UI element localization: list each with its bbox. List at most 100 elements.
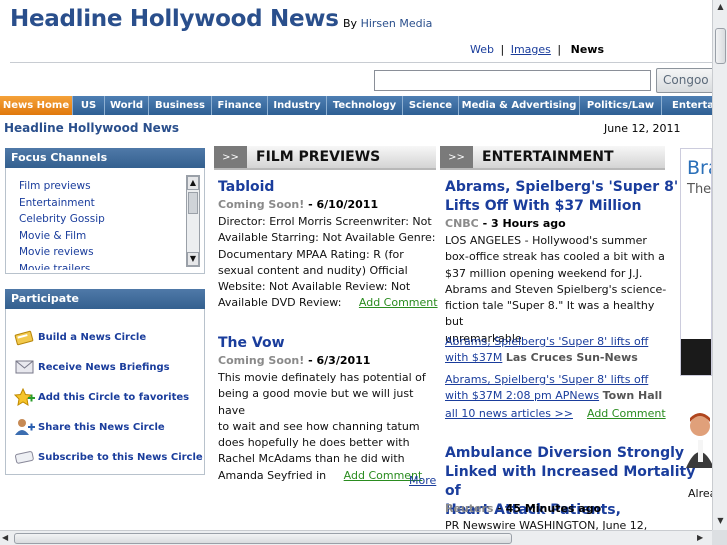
scroll-thumb[interactable] [14, 533, 512, 544]
story-body-line: being a good movie but we will just have [218, 387, 414, 417]
add-comment-link[interactable]: Add Comment [359, 296, 438, 309]
nav-item-news-home[interactable]: News Home [0, 96, 73, 115]
section-arrow-icon[interactable]: >> [214, 146, 247, 168]
focus-channel-film-previews[interactable]: Film previews [13, 178, 183, 195]
story-body-line: Amanda Seyfried in Add Comment [218, 468, 438, 484]
story-body-line: Documentary MPAA Rating: R (for [218, 247, 404, 261]
focus-channels-scrollbar[interactable]: ▲ ▼ [186, 175, 200, 267]
search-tab-web[interactable]: Web [470, 43, 494, 56]
story-time: - 45 Minutes ago [493, 502, 602, 515]
story-body-line: to wait and see how channing tatum [218, 419, 420, 433]
story-date: - 6/3/2011 [304, 354, 371, 367]
story-status: Coming Soon! [218, 354, 305, 367]
participate-header: Participate [5, 289, 205, 309]
story-meta: Coming Soon! - 6/10/2011 [218, 198, 378, 211]
nav-item-science[interactable]: Science [403, 96, 459, 115]
all-articles-link[interactable]: all 10 news articles >> [445, 407, 573, 420]
focus-channel-movie-film[interactable]: Movie & Film [13, 228, 183, 245]
story-body: PR Newswire WASHINGTON, June 12, [445, 518, 670, 530]
participate-item[interactable]: Share this News Circle [14, 417, 165, 437]
nav-item-media-advertising[interactable]: Media & Advertising [459, 96, 580, 115]
related-article-link[interactable]: Abrams, Spielberg's 'Super 8' lifts off [445, 373, 648, 386]
search-input[interactable] [374, 70, 651, 91]
related-article-link[interactable]: with $37M 2:08 pm APNews [445, 389, 599, 402]
search-tab-news[interactable]: News [571, 43, 604, 56]
subscribe-news-circle-link[interactable]: Subscribe to this News Circle [38, 452, 203, 463]
page: Headline Hollywood News By Hirsen Media … [0, 0, 712, 530]
search-tab-images[interactable]: Images [511, 43, 551, 56]
window-vertical-scrollbar[interactable]: ▲ ▼ [712, 0, 727, 530]
story-body: Director: Errol Morris Screenwriter: Not… [218, 214, 438, 312]
scroll-down-icon[interactable]: ▼ [714, 514, 727, 528]
story-body-line: PR Newswire WASHINGTON, June 12, [445, 519, 648, 530]
article-links: all 10 news articles >> Add Comment [445, 406, 670, 422]
nav-item-business[interactable]: Business [149, 96, 212, 115]
story-meta: Coming Soon! - 6/3/2011 [218, 354, 370, 367]
story-date: - 6/10/2011 [304, 198, 379, 211]
story-body-line: Director: Errol Morris Screenwriter: Not [218, 215, 432, 228]
story-body-line: LOS ANGELES - Hollywood's summer [445, 234, 647, 247]
story-title[interactable]: Abrams, Spielberg's 'Super 8' Lifts Off … [445, 178, 678, 216]
story-body-line: box-office streak has cooled a bit with … [445, 250, 665, 264]
related-article-link[interactable]: Abrams, Spielberg's 'Super 8' lifts off [445, 335, 648, 348]
nav-item-technology[interactable]: Technology [327, 96, 403, 115]
story-title-line: Abrams, Spielberg's 'Super 8' [445, 179, 679, 195]
byline: By Hirsen Media [343, 17, 432, 30]
build-news-circle-link[interactable]: Build a News Circle [38, 332, 146, 343]
subscribe-icon [14, 448, 36, 466]
participate-item[interactable]: Receive News Briefings [14, 357, 170, 377]
more-link[interactable]: More [409, 473, 436, 489]
focus-channel-movie-reviews[interactable]: Movie reviews [13, 244, 183, 261]
scroll-up-icon[interactable]: ▲ [187, 176, 199, 190]
related-article: Abrams, Spielberg's 'Super 8' lifts off … [445, 372, 670, 405]
add-comment-link[interactable]: Add Comment [587, 407, 666, 420]
ad-text: Alrea [688, 487, 712, 500]
participate-item[interactable]: Subscribe to this News Circle [14, 447, 203, 467]
page-title: Headline Hollywood News [4, 121, 180, 135]
site-title: Headline Hollywood News [10, 6, 339, 32]
search-button[interactable]: Congoo [656, 68, 712, 93]
nav-item-entertainment[interactable]: Entertain [662, 96, 712, 115]
share-news-circle-link[interactable]: Share this News Circle [38, 422, 165, 433]
ad-person-image[interactable] [682, 408, 712, 468]
focus-channel-celebrity-gossip[interactable]: Celebrity Gossip [13, 211, 183, 228]
related-article: Abrams, Spielberg's 'Super 8' lifts off … [445, 334, 670, 367]
scroll-thumb[interactable] [715, 28, 726, 64]
scroll-left-icon[interactable]: ◀ [2, 531, 14, 545]
story-body-line: $37 million opening weekend for J.J. [445, 266, 643, 280]
nav-item-politics-law[interactable]: Politics/Law [580, 96, 662, 115]
ad-banner[interactable]: Bra The [680, 148, 712, 376]
nav-item-finance[interactable]: Finance [212, 96, 268, 115]
scroll-right-icon[interactable]: ▶ [697, 531, 709, 545]
focus-channel-entertainment[interactable]: Entertainment [13, 195, 183, 212]
envelope-icon [14, 358, 36, 376]
story-body-line: Available DVD Review: Add Comment [218, 295, 438, 311]
publisher-name: Hirsen Media [360, 17, 433, 30]
nav-item-world[interactable]: World [105, 96, 149, 115]
receive-news-briefings-link[interactable]: Receive News Briefings [38, 362, 170, 373]
search-tab-separator: | [500, 43, 505, 56]
story-status: Coming Soon! [218, 198, 305, 211]
story-body-line: sexual content and nudity) Official [218, 263, 408, 277]
related-article-link[interactable]: with $37M [445, 351, 502, 364]
nav-item-industry[interactable]: Industry [268, 96, 327, 115]
ad-product-image [681, 339, 711, 375]
story-source: CNBC [445, 217, 479, 230]
add-circle-to-favorites-link[interactable]: Add this Circle to favorites [38, 392, 189, 403]
scroll-up-icon[interactable]: ▲ [714, 0, 727, 14]
story-title[interactable]: Tabloid [218, 178, 274, 197]
story-body: LOS ANGELES - Hollywood's summer box-off… [445, 233, 670, 347]
scroll-thumb[interactable] [188, 192, 198, 214]
focus-channel-movie-trailers[interactable]: Movie trailers [13, 261, 183, 271]
scroll-down-icon[interactable]: ▼ [187, 252, 199, 266]
story-body-line: fiction tale "Super 8." It was a healthy… [445, 299, 655, 329]
story-body: This movie definately has potential of b… [218, 370, 438, 484]
story-source: Reuters [445, 502, 494, 515]
section-arrow-icon[interactable]: >> [440, 146, 473, 168]
story-title[interactable]: The Vow [218, 334, 285, 353]
participate-item[interactable]: Build a News Circle [14, 327, 146, 347]
window-horizontal-scrollbar[interactable]: ◀ ▶ [0, 530, 712, 545]
participate-item[interactable]: Add this Circle to favorites [13, 387, 189, 407]
story-title-line: Lifts Off With $37 Million [445, 198, 642, 214]
nav-item-us[interactable]: US [73, 96, 105, 115]
